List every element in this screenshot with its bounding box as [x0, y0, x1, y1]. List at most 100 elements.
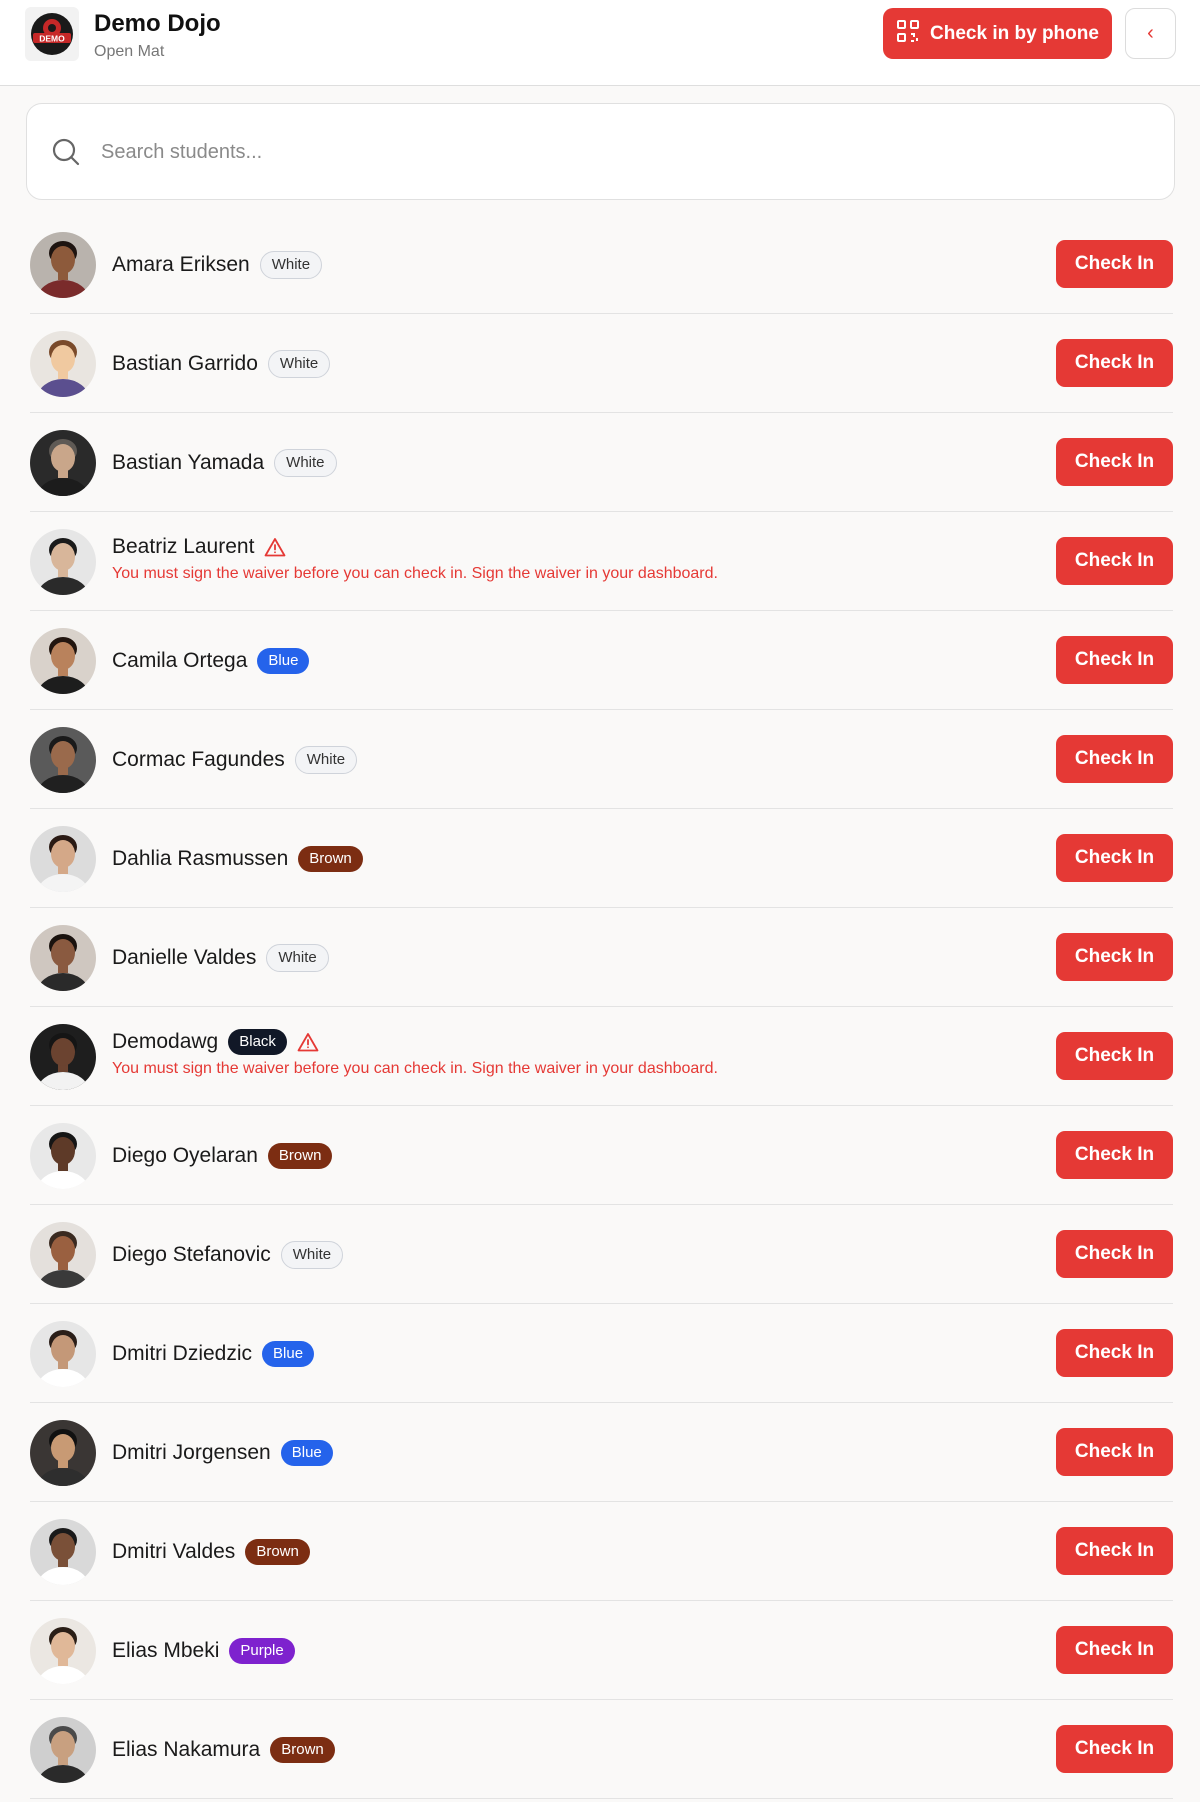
belt-badge: Purple: [229, 1638, 295, 1664]
search-box: [26, 103, 1175, 200]
student-avatar: [30, 1321, 96, 1387]
student-name-line: Dmitri Dziedzic Blue: [112, 1339, 315, 1369]
student-avatar: [30, 1123, 96, 1189]
student-name-line: Beatriz Laurent: [112, 532, 286, 562]
student-avatar: [30, 727, 96, 793]
student-name: Danielle Valdes: [112, 946, 257, 969]
student-row: Bastian Garrido White Check In: [30, 314, 1173, 413]
check-in-button[interactable]: Check In: [1056, 1230, 1173, 1278]
student-row: Dahlia Rasmussen Brown Check In: [30, 809, 1173, 908]
back-button[interactable]: ‹: [1125, 8, 1176, 59]
student-name-line: Diego Stefanovic White: [112, 1240, 344, 1270]
student-avatar: [30, 1222, 96, 1288]
student-row: Amara Eriksen White Check In: [30, 215, 1173, 314]
student-name: Beatriz Laurent: [112, 535, 255, 558]
search-icon: [51, 137, 81, 172]
waiver-warning-message: You must sign the waiver before you can …: [112, 565, 718, 582]
check-in-button[interactable]: Check In: [1056, 636, 1173, 684]
student-name: Diego Stefanovic: [112, 1243, 271, 1266]
check-in-by-phone-label: Check in by phone: [930, 22, 1099, 44]
check-in-button[interactable]: Check In: [1056, 537, 1173, 585]
student-list: Amara Eriksen White Check In Bastian Garrid…: [30, 215, 1173, 1799]
student-name-line: Cormac Fagundes White: [112, 745, 358, 775]
student-row: Elias Nakamura Brown Check In: [30, 1700, 1173, 1799]
check-in-button[interactable]: Check In: [1056, 438, 1173, 486]
student-row: Dmitri Dziedzic Blue Check In: [30, 1304, 1173, 1403]
belt-badge: White: [259, 251, 323, 279]
check-in-button[interactable]: Check In: [1056, 1527, 1173, 1575]
check-in-button[interactable]: Check In: [1056, 1329, 1173, 1377]
student-avatar: [30, 430, 96, 496]
check-in-button[interactable]: Check In: [1056, 1428, 1173, 1476]
student-row: Cormac Fagundes White Check In: [30, 710, 1173, 809]
waiver-warning-message: You must sign the waiver before you can …: [112, 1060, 718, 1077]
check-in-button[interactable]: Check In: [1056, 1626, 1173, 1674]
check-in-button[interactable]: Check In: [1056, 1032, 1173, 1080]
student-name-line: Danielle Valdes White: [112, 943, 329, 973]
student-row: Diego Stefanovic White Check In: [30, 1205, 1173, 1304]
warning-icon: [264, 537, 286, 557]
belt-badge: Brown: [270, 1737, 335, 1763]
qr-code-icon: [896, 19, 920, 49]
search-input[interactable]: [101, 124, 1151, 180]
warning-icon: [297, 1032, 319, 1052]
belt-badge: Blue: [257, 648, 310, 674]
belt-badge: White: [280, 1241, 344, 1269]
student-name: Cormac Fagundes: [112, 748, 285, 771]
check-in-button[interactable]: Check In: [1056, 339, 1173, 387]
student-name: Camila Ortega: [112, 649, 248, 672]
student-name: Dmitri Jorgensen: [112, 1441, 271, 1464]
belt-badge: Brown: [245, 1539, 310, 1565]
student-name-line: Dmitri Jorgensen Blue: [112, 1438, 333, 1468]
student-row: Danielle Valdes White Check In: [30, 908, 1173, 1007]
student-name: Amara Eriksen: [112, 253, 250, 276]
student-row: Demodawg Black You must sign the waiver be…: [30, 1007, 1173, 1106]
belt-badge: Blue: [280, 1440, 333, 1466]
belt-badge: White: [267, 350, 331, 378]
student-avatar: [30, 628, 96, 694]
session-name: Open Mat: [94, 43, 165, 60]
student-name-line: Amara Eriksen White: [112, 250, 323, 280]
student-name: Dahlia Rasmussen: [112, 847, 289, 870]
student-name-line: Dmitri Valdes Brown: [112, 1537, 310, 1567]
belt-badge: Brown: [267, 1143, 333, 1169]
belt-badge: Blue: [262, 1341, 315, 1367]
student-avatar: [30, 1618, 96, 1684]
student-avatar: [30, 826, 96, 892]
student-name-line: Bastian Garrido White: [112, 349, 331, 379]
student-name: Demodawg: [112, 1030, 219, 1053]
belt-badge: White: [266, 944, 329, 972]
student-avatar: [30, 232, 96, 298]
chevron-left-icon: ‹: [1147, 22, 1154, 44]
belt-badge: White: [274, 449, 337, 477]
student-avatar: [30, 1024, 96, 1090]
belt-badge: Brown: [298, 846, 363, 872]
student-row: Camila Ortega Blue Check In: [30, 611, 1173, 710]
check-in-button[interactable]: Check In: [1056, 240, 1173, 288]
student-name: Diego Oyelaran: [112, 1144, 258, 1167]
student-avatar: [30, 529, 96, 595]
check-in-button[interactable]: Check In: [1056, 933, 1173, 981]
dojo-logo: DEMO: [25, 7, 79, 61]
student-avatar: [30, 1420, 96, 1486]
check-in-button[interactable]: Check In: [1056, 735, 1173, 783]
student-avatar: [30, 1519, 96, 1585]
check-in-button[interactable]: Check In: [1056, 834, 1173, 882]
student-row: Elias Mbeki Purple Check In: [30, 1601, 1173, 1700]
belt-badge: Black: [228, 1029, 287, 1055]
student-name-line: Diego Oyelaran Brown: [112, 1141, 333, 1171]
student-row: Dmitri Valdes Brown Check In: [30, 1502, 1173, 1601]
dojo-name: Demo Dojo: [94, 10, 221, 37]
student-avatar: [30, 1717, 96, 1783]
check-in-by-phone-button[interactable]: Check in by phone: [883, 8, 1112, 59]
student-row: Beatriz Laurent You must sign the waiver …: [30, 512, 1173, 611]
check-in-button[interactable]: Check In: [1056, 1131, 1173, 1179]
student-row: Dmitri Jorgensen Blue Check In: [30, 1403, 1173, 1502]
student-row: Bastian Yamada White Check In: [30, 413, 1173, 512]
check-in-button[interactable]: Check In: [1056, 1725, 1173, 1773]
student-name: Bastian Yamada: [112, 451, 265, 474]
student-name: Elias Nakamura: [112, 1738, 261, 1761]
student-name-line: Elias Nakamura Brown: [112, 1735, 335, 1765]
top-bar: DEMO Demo Dojo Open Mat Check in by phon…: [0, 0, 1200, 86]
student-row: Diego Oyelaran Brown Check In: [30, 1106, 1173, 1205]
